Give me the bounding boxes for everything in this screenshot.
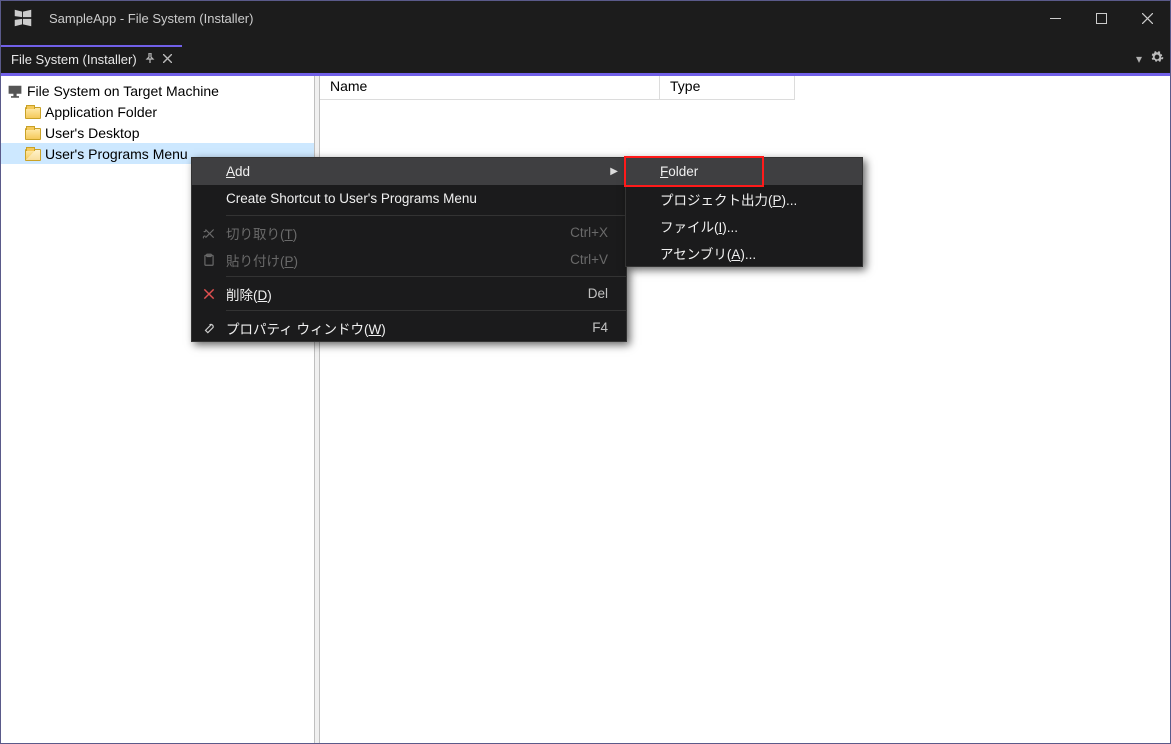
document-area: File System on Target Machine Applicatio…	[1, 73, 1170, 743]
menu-label: アセンブリ(A)...	[660, 243, 844, 263]
menu-paste: 貼り付け(P) Ctrl+V	[192, 246, 626, 273]
column-type[interactable]: Type	[660, 76, 795, 100]
menu-separator	[226, 215, 626, 216]
menu-cut: 切り取り(T) Ctrl+X	[192, 219, 626, 246]
tree-item-label: User's Desktop	[45, 125, 139, 141]
menu-properties[interactable]: プロパティ ウィンドウ(W) F4	[192, 314, 626, 341]
folder-icon	[25, 107, 41, 119]
scissors-icon	[192, 226, 226, 240]
folder-icon	[25, 128, 41, 140]
window-controls	[1032, 1, 1170, 35]
pin-icon[interactable]	[145, 53, 155, 66]
tree-item-label: Application Folder	[45, 104, 157, 120]
machine-icon	[7, 83, 23, 99]
menubar-gap	[1, 35, 1170, 45]
menu-add[interactable]: Add ▶	[192, 158, 626, 185]
menu-label: プロパティ ウィンドウ(W)	[226, 318, 562, 338]
menu-label: 貼り付け(P)	[226, 250, 540, 270]
context-menu: Add ▶ Create Shortcut to User's Programs…	[191, 157, 627, 342]
settings-icon[interactable]	[1150, 50, 1164, 67]
submenu-project-output[interactable]: プロジェクト出力(P)...	[626, 185, 862, 212]
tree-item-users-desktop[interactable]: User's Desktop	[1, 122, 314, 143]
menu-label: Folder	[660, 164, 844, 179]
menu-label: ファイル(I)...	[660, 216, 844, 236]
clipboard-icon	[192, 253, 226, 267]
tab-file-system[interactable]: File System (Installer)	[1, 45, 182, 72]
shortcut: Del	[558, 286, 608, 301]
context-submenu-add: Folder プロジェクト出力(P)... ファイル(I)... アセンブリ(A…	[625, 157, 863, 267]
submenu-folder[interactable]: Folder	[626, 158, 862, 185]
menu-label: Create Shortcut to User's Programs Menu	[226, 191, 608, 206]
menu-label: 切り取り(T)	[226, 223, 540, 243]
list-header: Name Type	[320, 76, 1170, 100]
shortcut: Ctrl+X	[540, 225, 608, 240]
submenu-file[interactable]: ファイル(I)...	[626, 212, 862, 239]
folder-open-icon	[25, 149, 41, 161]
tree-item-label: User's Programs Menu	[45, 146, 188, 162]
titlebar: SampleApp - File System (Installer)	[1, 1, 1170, 35]
column-name[interactable]: Name	[320, 76, 660, 100]
tab-label: File System (Installer)	[11, 52, 137, 67]
menu-label: 削除(D)	[226, 284, 558, 304]
tree-root[interactable]: File System on Target Machine	[1, 80, 314, 101]
tree-root-label: File System on Target Machine	[27, 83, 219, 99]
delete-icon	[192, 287, 226, 301]
minimize-button[interactable]	[1032, 1, 1078, 35]
menu-create-shortcut[interactable]: Create Shortcut to User's Programs Menu	[192, 185, 626, 212]
menu-label: プロジェクト出力(P)...	[660, 189, 844, 209]
chevron-right-icon: ▶	[610, 166, 618, 177]
submenu-assembly[interactable]: アセンブリ(A)...	[626, 239, 862, 266]
tree-item-application-folder[interactable]: Application Folder	[1, 101, 314, 122]
shortcut: F4	[562, 320, 608, 335]
maximize-button[interactable]	[1078, 1, 1124, 35]
shortcut: Ctrl+V	[540, 252, 608, 267]
window-title: SampleApp - File System (Installer)	[45, 11, 1032, 26]
app-logo-icon	[1, 7, 45, 29]
tabstrip: File System (Installer) ▾	[1, 45, 1170, 73]
tab-overflow-icon[interactable]: ▾	[1136, 52, 1142, 66]
menu-separator	[226, 276, 626, 277]
wrench-icon	[192, 321, 226, 335]
close-button[interactable]	[1124, 1, 1170, 35]
menu-delete[interactable]: 削除(D) Del	[192, 280, 626, 307]
menu-separator	[226, 310, 626, 311]
tab-close-icon[interactable]	[163, 54, 172, 66]
